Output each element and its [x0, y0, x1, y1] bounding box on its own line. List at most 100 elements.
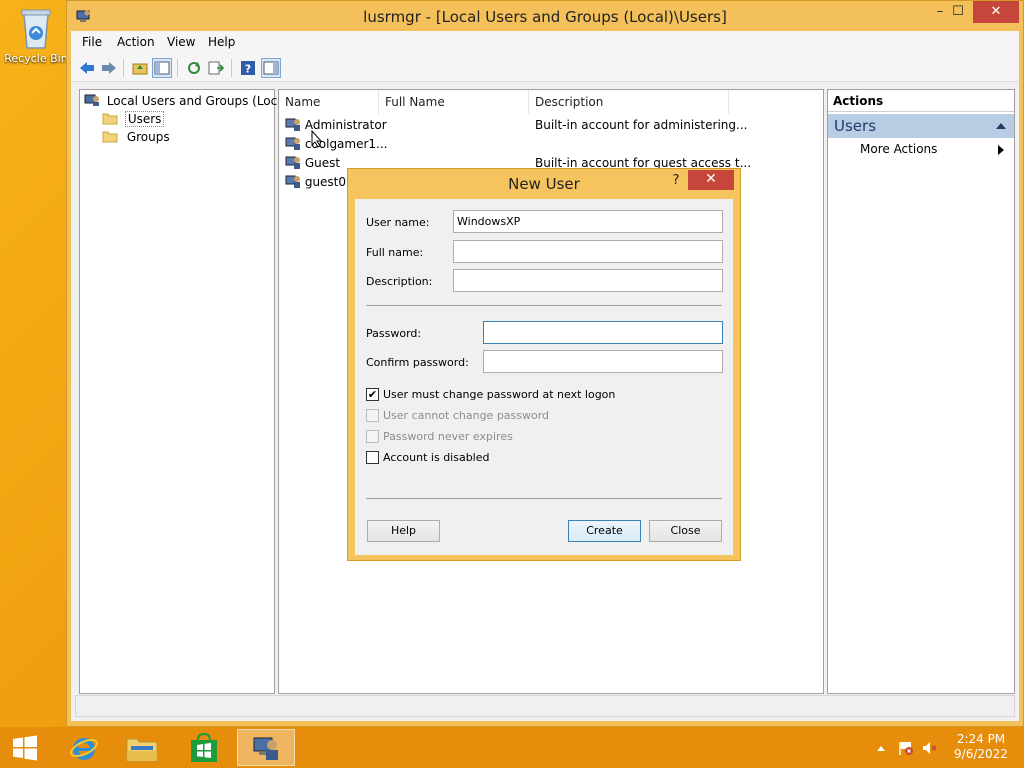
- taskbar: 2:24 PM 9/6/2022: [0, 727, 1024, 768]
- lusrmgr-taskbar-button[interactable]: [237, 729, 295, 766]
- show-hidden-icons-button[interactable]: [874, 727, 888, 768]
- mouse-cursor-icon: [311, 130, 323, 148]
- cannot-change-password-checkbox[interactable]: User cannot change password: [366, 407, 549, 423]
- actions-pane: Actions Users More Actions: [827, 89, 1015, 694]
- user-icon: [285, 137, 300, 150]
- clock-date: 9/6/2022: [954, 747, 1008, 761]
- table-row[interactable]: Guest: [285, 154, 340, 173]
- column-header-name[interactable]: Name: [279, 90, 379, 114]
- toolbar-separator: [177, 59, 178, 77]
- recycle-bin-desktop-icon[interactable]: Recycle Bin: [4, 6, 68, 76]
- actions-section-users[interactable]: Users: [828, 114, 1014, 138]
- menu-help[interactable]: Help: [208, 35, 235, 49]
- clock-time: 2:24 PM: [956, 732, 1006, 746]
- help-icon: ?: [241, 61, 255, 76]
- fullname-input[interactable]: [453, 240, 723, 263]
- status-bar: [75, 695, 1015, 717]
- confirm-password-input[interactable]: [483, 350, 723, 373]
- start-button[interactable]: [0, 729, 50, 766]
- submenu-arrow-icon: [998, 145, 1004, 155]
- checkbox-label: User must change password at next logon: [383, 387, 616, 401]
- refresh-button[interactable]: [184, 58, 204, 78]
- flag-warning-icon: [899, 741, 913, 755]
- table-row[interactable]: guest0: [285, 173, 346, 192]
- tree-item-root[interactable]: Local Users and Groups (Local): [84, 92, 293, 110]
- checkbox-box: [366, 450, 379, 464]
- back-button[interactable]: [77, 58, 97, 78]
- refresh-icon: [188, 62, 200, 74]
- checkmark-icon: ✔: [366, 387, 379, 401]
- password-label: Password:: [366, 327, 422, 340]
- window-title: lusrmgr - [Local Users and Groups (Local…: [363, 8, 727, 26]
- username-input[interactable]: WindowsXP: [453, 210, 723, 233]
- separator-line: [366, 498, 722, 499]
- dialog-close-button[interactable]: ✕: [688, 170, 734, 190]
- clock[interactable]: 2:24 PM 9/6/2022: [946, 727, 1016, 768]
- file-explorer-icon: [126, 738, 158, 761]
- dialog-help-button[interactable]: ?: [666, 171, 686, 191]
- export-list-button[interactable]: [206, 58, 226, 78]
- tree-item-users[interactable]: Users: [102, 110, 165, 128]
- new-user-dialog: New User ? ✕ User name: WindowsXP Full n…: [347, 168, 741, 561]
- table-row[interactable]: Administrator: [285, 116, 387, 135]
- user-description: Built-in account for administering...: [535, 118, 748, 132]
- menu-view[interactable]: View: [167, 35, 195, 49]
- user-name: Guest: [304, 156, 341, 170]
- tree-item-groups[interactable]: Groups: [102, 128, 170, 146]
- back-arrow-icon: [80, 62, 94, 74]
- account-disabled-checkbox[interactable]: Account is disabled: [366, 449, 490, 465]
- checkbox-label: Password never expires: [383, 429, 513, 443]
- tree-groups-label: Groups: [126, 130, 170, 144]
- help-button[interactable]: Help: [367, 520, 440, 542]
- volume-tray-button[interactable]: [920, 727, 940, 768]
- password-input[interactable]: [483, 321, 723, 344]
- checkbox-label: User cannot change password: [383, 408, 550, 422]
- more-actions-item[interactable]: More Actions: [860, 142, 937, 156]
- description-label: Description:: [366, 275, 433, 288]
- store-taskbar-button[interactable]: [175, 729, 233, 766]
- internet-explorer-taskbar-button[interactable]: [55, 729, 113, 766]
- description-input[interactable]: [453, 269, 723, 292]
- user-icon: [285, 118, 300, 131]
- export-list-icon: [208, 61, 224, 75]
- user-name: guest0: [304, 175, 347, 189]
- close-button[interactable]: ✕: [973, 1, 1019, 23]
- action-pane-icon: [263, 61, 279, 75]
- column-header-full-name[interactable]: Full Name: [379, 90, 529, 114]
- column-header-description[interactable]: Description: [529, 90, 729, 114]
- menu-action[interactable]: Action: [117, 35, 155, 49]
- action-center-tray-button[interactable]: [896, 727, 916, 768]
- password-never-expires-checkbox[interactable]: Password never expires: [366, 428, 513, 444]
- recycle-bin-icon: [21, 9, 51, 49]
- fullname-label: Full name:: [366, 246, 424, 259]
- create-button[interactable]: Create: [568, 520, 641, 542]
- toolbar: ?: [71, 54, 1019, 82]
- user-icon: [285, 156, 300, 169]
- checkbox-label: Account is disabled: [383, 450, 490, 464]
- toolbar-separator: [231, 59, 232, 77]
- up-one-level-button[interactable]: [130, 58, 150, 78]
- table-row[interactable]: coolgamer1...: [285, 135, 388, 154]
- console-tree-icon: [154, 61, 170, 75]
- maximize-button[interactable]: ☐: [943, 1, 973, 23]
- folder-up-icon: [132, 63, 148, 75]
- show-hide-console-tree-button[interactable]: [152, 58, 172, 78]
- file-explorer-taskbar-button[interactable]: [113, 729, 171, 766]
- title-bar[interactable]: lusrmgr - [Local Users and Groups (Local…: [67, 1, 1023, 31]
- confirm-password-label: Confirm password:: [366, 356, 469, 369]
- folder-icon: [102, 131, 118, 143]
- store-icon: [191, 732, 217, 762]
- actions-header: Actions: [828, 90, 1014, 112]
- forward-button[interactable]: [99, 58, 119, 78]
- users-groups-icon: [84, 94, 99, 106]
- must-change-password-checkbox[interactable]: ✔ User must change password at next logo…: [366, 386, 615, 402]
- forward-arrow-icon: [102, 62, 116, 74]
- tree-root-label: Local Users and Groups (Local): [106, 94, 293, 108]
- menu-file[interactable]: File: [82, 35, 102, 49]
- close-dialog-button[interactable]: Close: [649, 520, 722, 542]
- actions-section-label: Users: [834, 117, 877, 135]
- show-hide-action-pane-button[interactable]: [261, 58, 281, 78]
- help-button[interactable]: ?: [238, 58, 258, 78]
- user-icon: [285, 175, 300, 188]
- recycle-bin-label: Recycle Bin: [4, 52, 68, 65]
